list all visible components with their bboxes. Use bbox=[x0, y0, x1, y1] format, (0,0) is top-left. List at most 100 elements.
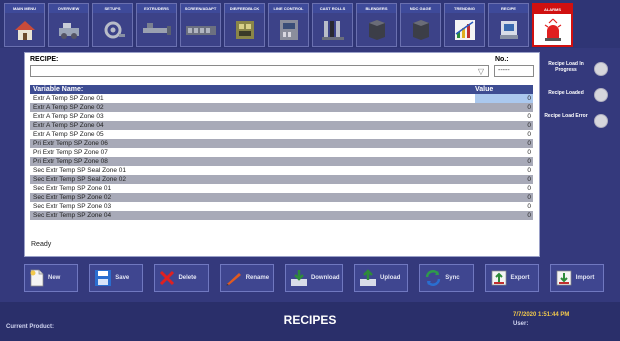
new-document-icon bbox=[30, 269, 44, 287]
download-button[interactable]: Download bbox=[284, 264, 344, 292]
row-value[interactable]: 0 bbox=[527, 139, 531, 148]
row-value[interactable]: 0 bbox=[527, 184, 531, 193]
status-lamp bbox=[594, 114, 608, 128]
indicator-load-error: Recipe Load Error bbox=[542, 110, 620, 134]
tab-setups[interactable]: SETUPS bbox=[92, 3, 133, 47]
row-variable-name: Pri Extr Temp SP Zone 07 bbox=[33, 149, 108, 156]
tab-cast-rolls[interactable]: CAST ROLLS bbox=[312, 3, 353, 47]
row-value[interactable]: 0 bbox=[527, 211, 531, 220]
tab-label: LINE CONTROL bbox=[269, 4, 308, 13]
sync-arrows-icon bbox=[426, 270, 441, 286]
row-variable-name: Pri Extr Temp SP Zone 06 bbox=[33, 140, 108, 147]
sync-button[interactable]: Sync bbox=[419, 264, 474, 292]
table-row[interactable]: Extr A Temp SP Zone 02 0 bbox=[30, 103, 533, 112]
chevron-down-icon[interactable]: ▽ bbox=[478, 66, 484, 77]
delete-button[interactable]: Delete bbox=[154, 264, 209, 292]
table-row[interactable]: Pri Extr Temp SP Zone 06 0 bbox=[30, 139, 533, 148]
delete-x-icon bbox=[160, 270, 175, 286]
upload-button[interactable]: Upload bbox=[354, 264, 409, 292]
table-row[interactable]: Extr A Temp SP Zone 01 0 bbox=[30, 94, 533, 103]
tab-recipe[interactable]: RECIPE bbox=[488, 3, 529, 47]
row-value[interactable]: 0 bbox=[527, 166, 531, 175]
row-value[interactable]: 0 bbox=[527, 193, 531, 202]
table-row[interactable]: Pri Extr Temp SP Zone 07 0 bbox=[30, 148, 533, 157]
import-button[interactable]: Import bbox=[549, 264, 604, 292]
table-row[interactable]: Sec Extr Temp SP Seal Zone 01 0 bbox=[30, 166, 533, 175]
tab-line-control[interactable]: LINE CONTROL bbox=[268, 3, 309, 47]
row-value[interactable]: 0 bbox=[527, 121, 531, 130]
table-row[interactable]: Extr A Temp SP Zone 05 0 bbox=[30, 130, 533, 139]
indicator-load-in-progress: Recipe Load In Progress bbox=[542, 58, 620, 82]
table-row[interactable]: Sec Extr Temp SP Zone 01 0 bbox=[30, 184, 533, 193]
tab-extruders[interactable]: EXTRUDERS bbox=[136, 3, 177, 47]
row-variable-name: Sec Extr Temp SP Zone 03 bbox=[33, 203, 112, 210]
status-lamp bbox=[594, 62, 608, 76]
recipe-toolbar: New Save Delete Rename Download Upload S… bbox=[24, 264, 604, 294]
tab-label: DIE/FEEDBLCK bbox=[225, 4, 264, 13]
row-variable-name: Extr A Temp SP Zone 03 bbox=[33, 113, 104, 120]
tab-label: EXTRUDERS bbox=[137, 4, 176, 13]
cast-rolls-icon bbox=[321, 20, 344, 40]
row-value[interactable]: 0 bbox=[527, 157, 531, 166]
tab-label: ALARMS bbox=[534, 5, 571, 14]
recipe-select[interactable]: ▽ bbox=[30, 65, 489, 77]
export-button[interactable]: Export bbox=[484, 264, 539, 292]
datetime-display: 7/7/2020 1:51:44 PM bbox=[513, 312, 570, 318]
tab-screen-adapt[interactable]: SCREEN/ADAPT bbox=[180, 3, 221, 47]
row-value[interactable]: 0 bbox=[527, 202, 531, 211]
row-value[interactable]: 0 bbox=[527, 130, 531, 139]
gage-icon bbox=[412, 19, 429, 40]
save-disk-icon bbox=[95, 270, 112, 286]
tab-label: BLENDERS bbox=[357, 4, 396, 13]
row-variable-name: Sec Extr Temp SP Zone 04 bbox=[33, 212, 112, 219]
recipe-label: RECIPE: bbox=[30, 56, 59, 63]
row-value[interactable]: 0 bbox=[527, 148, 531, 157]
table-row[interactable]: Sec Extr Temp SP Zone 02 0 bbox=[30, 193, 533, 202]
user-label: User: bbox=[513, 321, 529, 327]
footer-bar: Current Product: RECIPES 7/7/2020 1:51:4… bbox=[0, 302, 620, 341]
tab-overview[interactable]: OVERVIEW bbox=[48, 3, 89, 47]
die-feedblock-icon bbox=[235, 20, 254, 39]
row-value[interactable]: 0 bbox=[527, 175, 531, 184]
rename-button-label: Rename bbox=[245, 275, 270, 281]
tab-trending[interactable]: TRENDING bbox=[444, 3, 485, 47]
download-button-label: Download bbox=[310, 275, 340, 281]
column-header-variable-name[interactable]: Variable Name: bbox=[33, 85, 83, 94]
table-row[interactable]: Sec Extr Temp SP Zone 04 0 bbox=[30, 211, 533, 220]
row-value[interactable]: 0 bbox=[527, 112, 531, 121]
status-text: Ready bbox=[31, 241, 52, 248]
row-variable-name: Extr A Temp SP Zone 04 bbox=[33, 122, 104, 129]
table-row[interactable]: Extr A Temp SP Zone 04 0 bbox=[30, 121, 533, 130]
export-icon bbox=[491, 270, 506, 286]
tab-main-menu[interactable]: MAIN MENU bbox=[4, 3, 45, 47]
indicator-loaded: Recipe Loaded bbox=[542, 84, 620, 108]
tab-die-feedblock[interactable]: DIE/FEEDBLCK bbox=[224, 3, 265, 47]
table-row[interactable]: Extr A Temp SP Zone 03 0 bbox=[30, 112, 533, 121]
tab-blenders[interactable]: BLENDERS bbox=[356, 3, 397, 47]
new-button[interactable]: New bbox=[24, 264, 79, 292]
pencil-icon bbox=[226, 273, 241, 286]
tab-label: OVERVIEW bbox=[49, 4, 88, 13]
export-button-label: Export bbox=[510, 275, 530, 281]
recipe-number-field[interactable]: ----- bbox=[494, 65, 534, 77]
column-header-value[interactable]: Value bbox=[475, 85, 493, 94]
recipe-number-label: No.: bbox=[495, 56, 509, 63]
table-row[interactable]: Sec Extr Temp SP Zone 03 0 bbox=[30, 202, 533, 211]
tab-ndc-gage[interactable]: NDC GAGE bbox=[400, 3, 441, 47]
tab-label: SETUPS bbox=[93, 4, 132, 13]
table-row[interactable]: Pri Extr Temp SP Zone 08 0 bbox=[30, 157, 533, 166]
recipe-icon bbox=[499, 20, 518, 39]
trending-chart-icon bbox=[454, 19, 475, 40]
row-value[interactable]: 0 bbox=[527, 94, 531, 103]
tab-label: NDC GAGE bbox=[401, 4, 440, 13]
tab-label: MAIN MENU bbox=[5, 4, 44, 13]
table-row[interactable]: Sec Extr Temp SP Seal Zone 02 0 bbox=[30, 175, 533, 184]
screen-adapter-icon bbox=[185, 25, 216, 35]
save-button[interactable]: Save bbox=[89, 264, 144, 292]
extruder-icon bbox=[142, 22, 171, 35]
row-variable-name: Sec Extr Temp SP Zone 02 bbox=[33, 194, 112, 201]
rename-button[interactable]: Rename bbox=[219, 264, 274, 292]
tab-alarms[interactable]: ALARMS bbox=[532, 3, 573, 47]
recipe-status-indicators: Recipe Load In Progress Recipe Loaded Re… bbox=[542, 58, 620, 136]
row-value[interactable]: 0 bbox=[527, 103, 531, 112]
